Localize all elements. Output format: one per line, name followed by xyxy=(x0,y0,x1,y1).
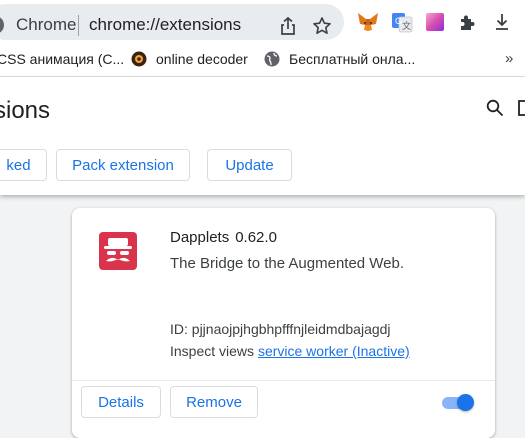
search-icon[interactable] xyxy=(486,99,504,122)
page-title: sions xyxy=(0,97,51,124)
bookmarks-bar: CSS анимация (С... online decoder Беспла… xyxy=(0,44,525,77)
extension-name: Dapplets xyxy=(170,229,230,246)
card-divider xyxy=(72,380,495,381)
chrome-icon xyxy=(0,14,6,36)
pack-extension-button[interactable]: Pack extension xyxy=(56,149,190,181)
dapplets-logo-icon xyxy=(99,232,137,270)
google-translate-icon[interactable]: G 文 xyxy=(389,9,415,35)
star-icon[interactable] xyxy=(310,14,334,38)
bookmark-item[interactable]: online decoder xyxy=(131,51,248,67)
metamask-fox-icon[interactable] xyxy=(355,9,381,35)
bookmark-label: CSS анимация (С... xyxy=(0,51,125,67)
decoder-favicon xyxy=(131,51,147,67)
inspect-views-row: Inspect views service worker (Inactive) xyxy=(170,343,410,359)
load-unpacked-button[interactable]: ked xyxy=(0,149,47,181)
extensions-header: sions ked Pack extension Update xyxy=(0,77,525,195)
bookmark-label: online decoder xyxy=(156,51,248,67)
share-icon[interactable] xyxy=(276,14,300,38)
inspect-views-label: Inspect views xyxy=(170,343,255,359)
address-bar[interactable]: Chrome chrome://extensions xyxy=(0,4,344,40)
download-icon[interactable] xyxy=(489,9,515,35)
remove-button[interactable]: Remove xyxy=(170,386,258,418)
extension-id: ID: pjjnaojpjhgbhpfffnjleidmdbajagdj xyxy=(170,321,391,337)
omnibox-separator xyxy=(78,15,79,36)
bookmarks-overflow-chevron[interactable]: » xyxy=(505,50,513,67)
extension-version: 0.62.0 xyxy=(235,229,277,246)
toggle-knob xyxy=(457,394,474,411)
bookmark-item[interactable]: CSS анимация (С... xyxy=(0,51,124,67)
developer-mode-icon[interactable] xyxy=(518,99,525,122)
svg-text:文: 文 xyxy=(402,20,411,32)
service-worker-link[interactable]: service worker (Inactive) xyxy=(258,343,410,359)
details-button[interactable]: Details xyxy=(81,386,161,418)
url-text[interactable]: chrome://extensions xyxy=(89,15,241,35)
extension-enable-toggle[interactable] xyxy=(440,393,474,413)
bookmark-item[interactable]: Бесплатный онла... xyxy=(264,51,415,67)
puzzle-icon[interactable] xyxy=(455,9,481,35)
extension-card: Dapplets 0.62.0 The Bridge to the Augment… xyxy=(72,208,495,438)
svg-text:G: G xyxy=(395,16,402,26)
site-name: Chrome xyxy=(16,15,77,34)
browser-toolbar: Chrome chrome://extensions G 文 xyxy=(0,0,525,44)
gradient-extension-icon[interactable] xyxy=(422,9,448,35)
globe-icon xyxy=(264,51,280,67)
update-button[interactable]: Update xyxy=(207,149,292,181)
extension-description: The Bridge to the Augmented Web. xyxy=(170,255,405,272)
extension-name-row: Dapplets 0.62.0 xyxy=(170,229,277,246)
bookmark-label: Бесплатный онла... xyxy=(289,51,416,67)
